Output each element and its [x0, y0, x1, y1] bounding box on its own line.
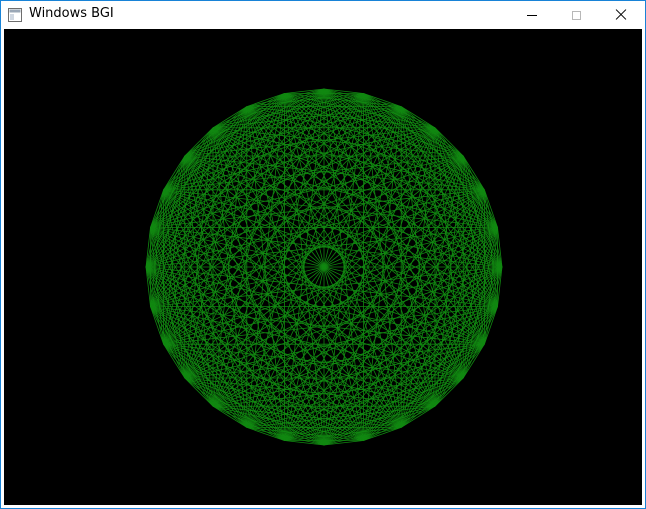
- bgi-window: Windows BGI: [0, 0, 646, 509]
- maximize-button[interactable]: [553, 1, 599, 29]
- mesh-line: [184, 377, 214, 407]
- mesh-lines: [145, 88, 503, 446]
- circle-mesh-drawing: [145, 88, 503, 446]
- minimize-button[interactable]: [509, 1, 555, 29]
- close-button[interactable]: [598, 1, 644, 29]
- drawing-canvas: [4, 29, 642, 505]
- window-app-icon[interactable]: [8, 7, 22, 22]
- mesh-line: [400, 106, 485, 191]
- minimize-icon: [527, 14, 537, 16]
- mesh-line: [163, 106, 248, 191]
- title-bar[interactable]: Windows BGI: [1, 1, 645, 29]
- mesh-line: [400, 343, 485, 428]
- mesh-line: [434, 377, 464, 407]
- mesh-line: [434, 127, 464, 157]
- mesh-line: [284, 93, 498, 307]
- maximize-icon: [571, 10, 581, 20]
- close-icon: [615, 9, 627, 21]
- mesh-line: [163, 343, 248, 428]
- mesh-line: [184, 127, 214, 157]
- window-title: Windows BGI: [29, 6, 114, 21]
